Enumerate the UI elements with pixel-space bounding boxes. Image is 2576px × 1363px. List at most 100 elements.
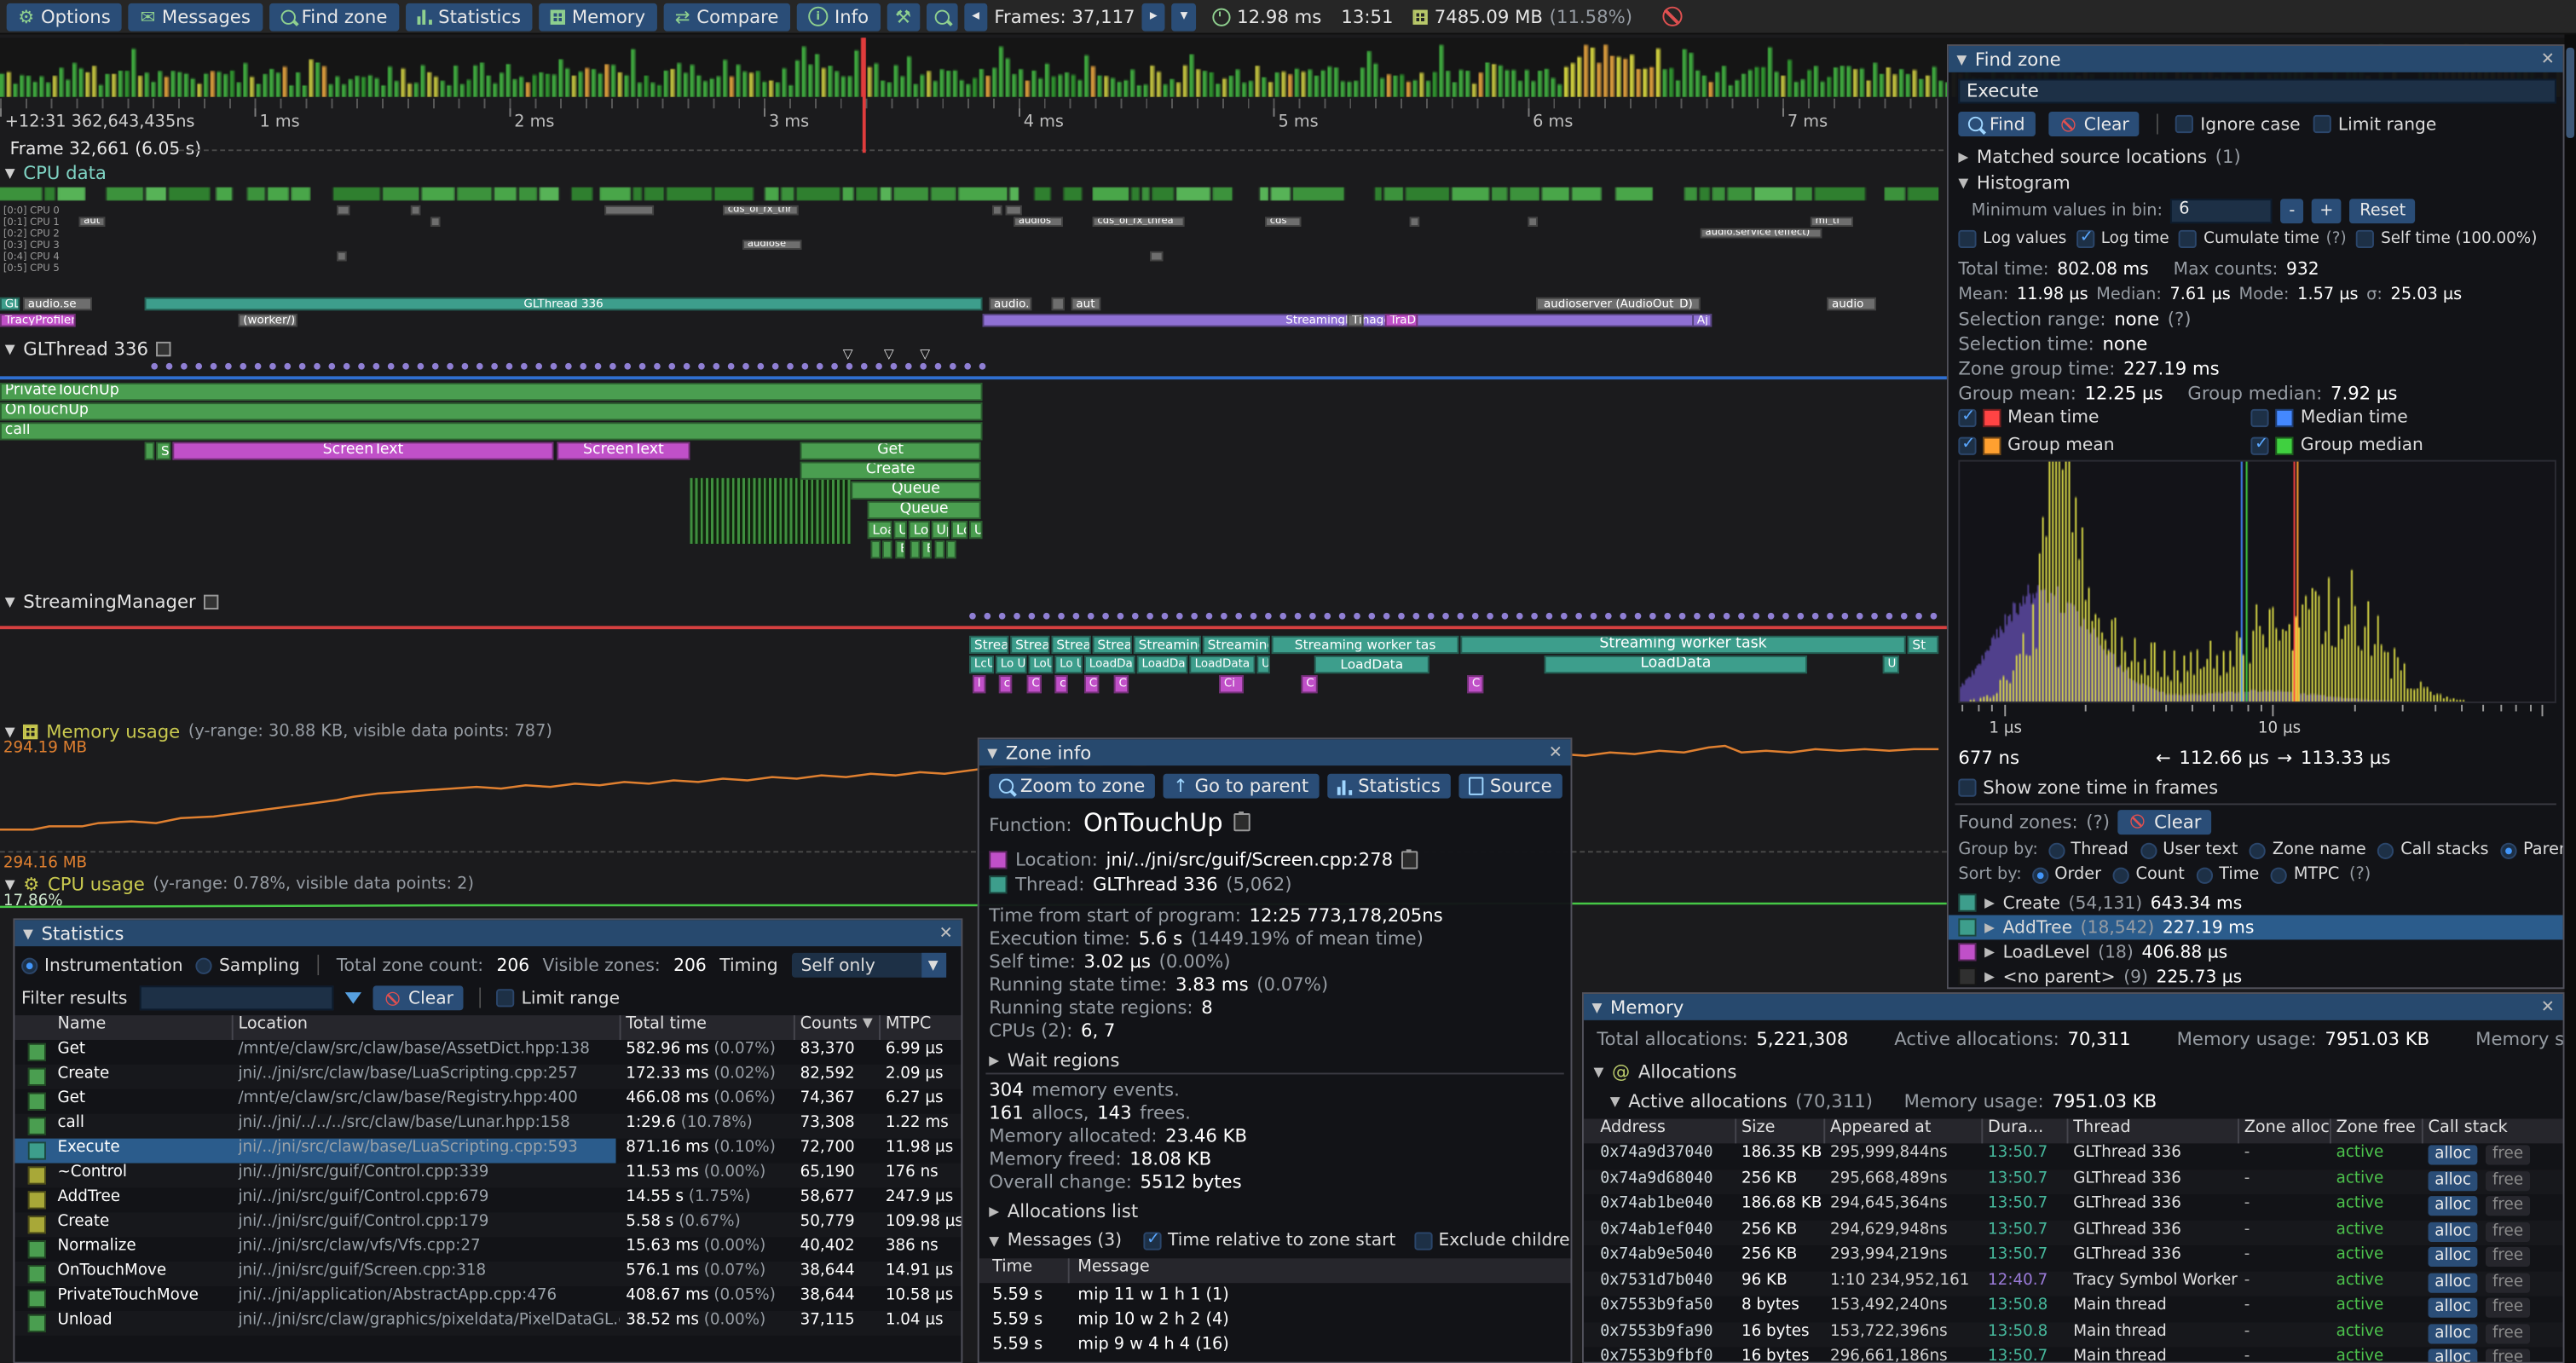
zone-event-dot[interactable] <box>757 363 764 370</box>
zone-event-dot[interactable] <box>639 363 646 370</box>
bin-decrease-button[interactable]: - <box>2281 199 2303 223</box>
radio-option-zone-name[interactable]: Zone name <box>2250 841 2366 859</box>
zone-bar[interactable]: U <box>893 521 906 539</box>
collapse-icon[interactable]: ▼ <box>23 926 33 940</box>
legend-toggle-group-median[interactable]: Group median <box>2251 436 2544 455</box>
copy-icon[interactable] <box>1234 813 1250 831</box>
zone-event-dot[interactable] <box>1797 613 1804 620</box>
free-callstack-button[interactable]: free <box>2486 1170 2530 1190</box>
zone-bar[interactable]: Lo <box>951 521 967 539</box>
zone-event-dot[interactable] <box>1487 613 1493 620</box>
zone-event-dot[interactable] <box>314 363 321 370</box>
zone-bar[interactable]: St <box>1908 636 1939 654</box>
zone-event-dot[interactable] <box>654 363 661 370</box>
find-zone-button[interactable]: Find zone <box>269 3 399 31</box>
active-allocations-toggle[interactable]: ▼Active allocations (70,311) Memory usag… <box>1600 1089 2167 1112</box>
zone-bar[interactable] <box>935 540 945 558</box>
expand-icon[interactable]: ▶ <box>1984 969 1995 984</box>
zone-event-dot[interactable] <box>1102 613 1109 620</box>
sampling-radio[interactable]: Sampling <box>196 956 300 975</box>
zone-bar[interactable]: mi_ti <box>1811 217 1853 227</box>
zone-bar[interactable] <box>946 540 956 558</box>
statistics-row[interactable]: AddTreejni/../jni/src/guif/Control.cpp:6… <box>14 1187 961 1212</box>
show-zone-time-checkbox[interactable]: Show zone time in frames <box>1958 777 2218 798</box>
zone-bar[interactable]: E <box>895 540 905 558</box>
messages-button[interactable]: ✉Messages <box>129 3 262 31</box>
info-button[interactable]: iInfo <box>797 3 881 31</box>
zone-bar[interactable]: PrivateTouchUp <box>0 383 983 401</box>
zone-bar[interactable]: audioserver (AudioOut_D) <box>1536 297 1701 310</box>
alloc-address[interactable]: 0x7553b9fa50 <box>1600 1297 1713 1314</box>
allocation-row[interactable]: 0x74ab1be040186.68 KB294,645,364ns13:50.… <box>1584 1194 2563 1220</box>
allocation-row[interactable]: 0x74ab1ef040256 KB294,629,948ns13:50.7GL… <box>1584 1220 2563 1245</box>
zone-event-dot[interactable] <box>935 363 942 370</box>
zone-event-dot[interactable] <box>388 363 395 370</box>
go-to-parent-button[interactable]: ↑Go to parent <box>1164 774 1319 799</box>
statistics-button[interactable]: Statistics <box>406 3 533 31</box>
zone-bar[interactable]: GLThread 336 <box>145 297 983 310</box>
statistics-button[interactable]: Statistics <box>1326 774 1450 799</box>
zone-bar[interactable] <box>1410 217 1420 227</box>
radio-option-mtpc[interactable]: MTPC <box>2271 866 2339 884</box>
collapse-icon[interactable]: ▼ <box>987 745 997 759</box>
histogram-toggle[interactable]: ▼Histogram <box>1949 170 2081 193</box>
allocations-list-toggle[interactable]: ▶Allocations list <box>979 1199 1148 1222</box>
zone-event-dot[interactable] <box>1162 613 1169 620</box>
free-callstack-button[interactable]: free <box>2486 1298 2530 1318</box>
zone-event-dot[interactable] <box>1782 613 1789 620</box>
zone-event-dot[interactable] <box>506 363 513 370</box>
zone-event-dot[interactable] <box>1176 613 1183 620</box>
zone-event-dot[interactable] <box>535 363 542 370</box>
zone-event-dot[interactable] <box>1931 613 1938 620</box>
zone-bar[interactable]: GL <box>0 297 20 310</box>
zone-bar[interactable]: OnTouchUp <box>0 402 983 420</box>
column-header-time[interactable]: Time <box>992 1258 1032 1276</box>
zone-event-dot[interactable] <box>477 363 483 370</box>
zone-event-dot[interactable] <box>1442 613 1449 620</box>
zone-bar[interactable]: c <box>999 675 1012 693</box>
ignore-case-checkbox[interactable]: Ignore case <box>2175 114 2300 134</box>
zone-event-dot[interactable] <box>1516 613 1523 620</box>
zone-bar[interactable]: cds_ol_rx_thr <box>723 205 799 216</box>
zone-event-dot[interactable] <box>624 363 631 370</box>
column-header-thread[interactable]: Thread <box>2073 1118 2130 1136</box>
frame-marker-icon[interactable]: ▽ <box>884 347 894 361</box>
zone-event-dot[interactable] <box>181 363 188 370</box>
alloc-address[interactable]: 0x74ab1be040 <box>1600 1194 1713 1212</box>
zone-event-dot[interactable] <box>1620 613 1626 620</box>
zone-event-dot[interactable] <box>1886 613 1893 620</box>
free-callstack-button[interactable]: free <box>2486 1196 2530 1216</box>
zone-bar[interactable]: LoadDaU <box>1137 656 1188 673</box>
free-callstack-button[interactable]: free <box>2486 1273 2530 1292</box>
found-zone-group[interactable]: ▶AddTree(18,542)227.19 ms <box>1949 915 2563 940</box>
message-row[interactable]: 5.59 smip 11 w 1 h 1 (1) <box>979 1283 1571 1308</box>
zone-bar[interactable]: Streaming worker task <box>1460 636 1905 654</box>
zone-event-dot[interactable] <box>1871 613 1878 620</box>
zone-event-dot[interactable] <box>787 363 794 370</box>
zone-event-dot[interactable] <box>1724 613 1730 620</box>
alloc-address[interactable]: 0x7553b9fbf0 <box>1600 1347 1713 1363</box>
zone-event-dot[interactable] <box>565 363 572 370</box>
zone-event-dot[interactable] <box>772 363 779 370</box>
zone-bar[interactable]: audio. <box>989 297 1031 310</box>
zone-event-dot[interactable] <box>1561 613 1568 620</box>
zone-event-dot[interactable] <box>1679 613 1686 620</box>
cpu-data-header[interactable]: ▼ CPU data <box>5 163 107 184</box>
cpu-usage-plot[interactable] <box>0 893 1947 916</box>
zone-event-dot[interactable] <box>1649 613 1656 620</box>
funnel-icon[interactable] <box>344 992 361 1003</box>
zone-bar[interactable]: C <box>1027 675 1042 693</box>
zone-event-dot[interactable] <box>240 363 246 370</box>
statistics-row[interactable]: PrivateTouchMovejni/../jni/application/A… <box>14 1286 961 1311</box>
messages-header[interactable]: Messages (3) <box>1008 1231 1122 1250</box>
zone-event-dot[interactable] <box>979 363 986 370</box>
cpu-activity-strip[interactable] <box>0 186 1938 202</box>
free-callstack-button[interactable]: free <box>2486 1323 2530 1343</box>
zone-event-dot[interactable] <box>1383 613 1390 620</box>
zone-bar[interactable]: l <box>973 675 985 693</box>
statistics-row[interactable]: Get/mnt/e/claw/src/claw/base/Registry.hp… <box>14 1089 961 1114</box>
zone-bar[interactable]: Strea <box>1010 636 1049 654</box>
zone-bar[interactable]: Strea <box>1093 636 1132 654</box>
statistics-row[interactable]: Createjni/../jni/src/claw/base/LuaScript… <box>14 1065 961 1089</box>
zone-event-dot[interactable] <box>166 363 173 370</box>
